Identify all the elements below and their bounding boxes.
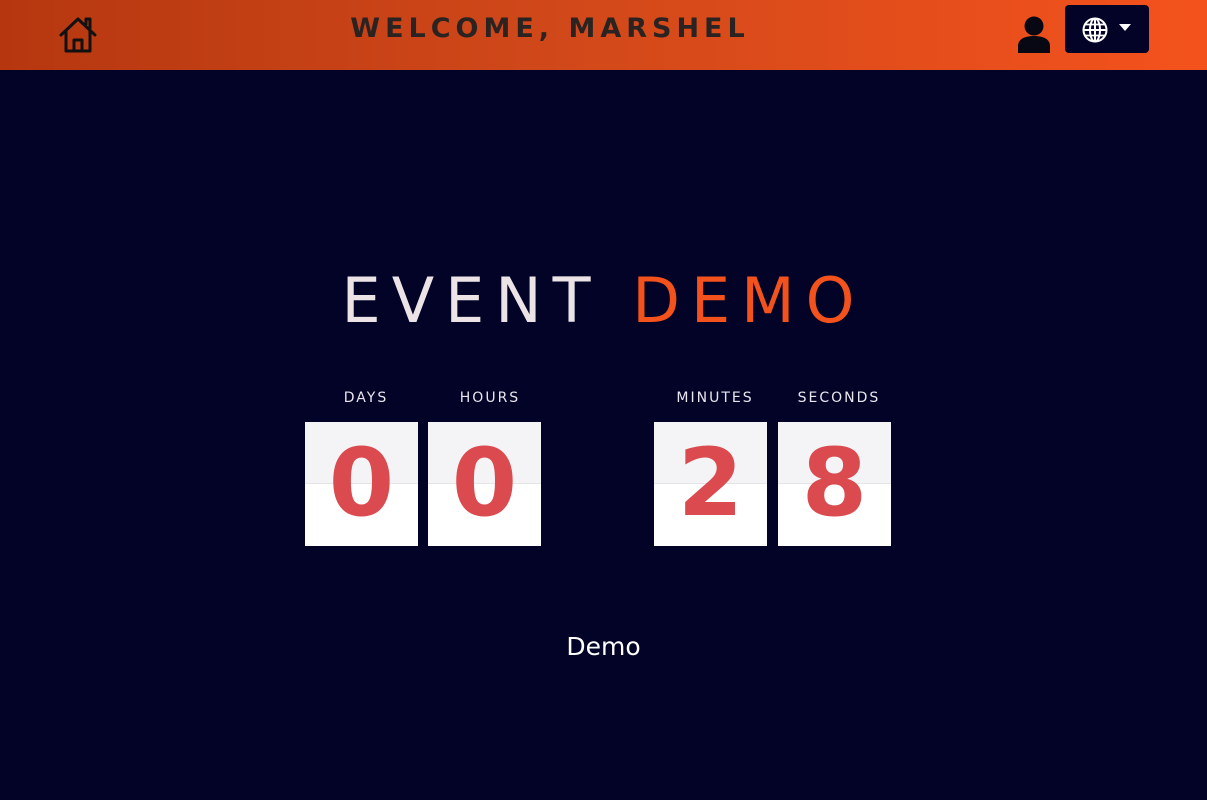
welcome-heading: WELCOME, MARSHEL: [350, 13, 750, 44]
hours-label: HOURS: [459, 390, 521, 406]
hours-digit: 0: [428, 422, 541, 546]
event-title-part2: DEMO: [632, 264, 866, 337]
user-icon: [1018, 16, 1050, 53]
event-title: EVENT DEMO: [0, 264, 1207, 337]
globe-icon: [1082, 17, 1108, 43]
minutes-label: MINUTES: [676, 390, 754, 406]
event-title-part1: EVENT: [341, 264, 602, 337]
user-profile-button[interactable]: [1015, 14, 1053, 54]
chevron-down-icon: [1119, 24, 1131, 31]
days-digit: 0: [305, 422, 418, 546]
seconds-label: SECONDS: [797, 390, 881, 406]
language-dropdown-button[interactable]: [1065, 5, 1149, 53]
seconds-digit: 8: [778, 422, 891, 546]
event-subtitle: Demo: [566, 632, 641, 661]
minutes-digit: 2: [654, 422, 767, 546]
top-header-bar: WELCOME, MARSHEL: [0, 0, 1207, 70]
days-label: DAYS: [343, 390, 389, 406]
